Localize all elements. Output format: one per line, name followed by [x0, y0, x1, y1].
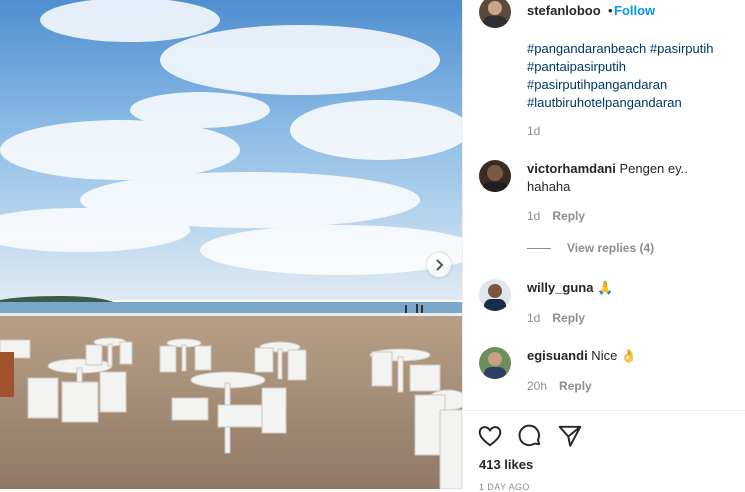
commenter-username[interactable]: willy_guna [527, 280, 593, 295]
caption-hashtags: #pangandaranbeach #pasirputih #pantaipas… [527, 40, 714, 112]
hashtag-line[interactable]: #pantaipasirputih [527, 58, 714, 76]
replies-divider [527, 248, 551, 250]
commenter-avatar[interactable] [479, 160, 511, 192]
comment-body: Pengen ey.. [615, 161, 688, 176]
header-separator: • [608, 3, 613, 18]
post-header: stefanloboo • Follow [463, 0, 745, 40]
commenter-avatar[interactable] [479, 279, 511, 311]
comment-text: victorhamdani Pengen ey.. hahaha [527, 160, 688, 196]
caption-age: 1d [527, 124, 541, 138]
commenter-username[interactable]: victorhamdani [527, 161, 616, 176]
view-replies-button[interactable]: View replies (4) [527, 241, 654, 255]
view-replies-label: View replies (4) [567, 241, 655, 255]
chevron-right-icon [434, 259, 444, 271]
hashtag-line[interactable]: #pasirputihpangandaran [527, 76, 714, 94]
comment-body-line2: hahaha [527, 179, 571, 194]
heart-icon[interactable] [477, 423, 503, 454]
paper-plane-icon[interactable] [557, 423, 583, 454]
comment-age: 20h [527, 379, 548, 393]
author-avatar[interactable] [479, 0, 511, 28]
hashtag-line[interactable]: #lautbiruhotelpangandaran [527, 94, 714, 112]
comment-age: 1d [527, 209, 541, 223]
hashtag-line[interactable]: #pangandaranbeach #pasirputih [527, 40, 714, 58]
comment-meta: 20h Reply [527, 379, 592, 393]
comment-icon[interactable] [517, 423, 543, 454]
comment-body: 🙏 [593, 280, 614, 295]
next-photo-button[interactable] [427, 253, 451, 277]
comment-text: egisuandi Nice 👌 [527, 347, 637, 365]
reply-button[interactable]: Reply [559, 379, 592, 393]
post-timestamp: 1 DAY AGO [479, 482, 530, 492]
commenter-username[interactable]: egisuandi [527, 348, 588, 363]
commenter-avatar[interactable] [479, 347, 511, 379]
comment-text: willy_guna 🙏 [527, 279, 613, 297]
comment-body: Nice 👌 [587, 348, 638, 363]
author-username[interactable]: stefanloboo [527, 3, 601, 18]
post-photo[interactable] [0, 0, 462, 489]
comment-age: 1d [527, 311, 541, 325]
actions-divider [463, 410, 745, 411]
reply-button[interactable]: Reply [552, 209, 585, 223]
likes-count[interactable]: 413 likes [479, 457, 533, 472]
post-side-panel: stefanloboo • Follow #pangandaranbeach #… [462, 0, 745, 492]
comment-meta: 1d Reply [527, 311, 585, 325]
reply-button[interactable]: Reply [552, 311, 585, 325]
post-actions [477, 423, 583, 454]
comment-meta: 1d Reply [527, 209, 585, 223]
follow-button[interactable]: Follow [614, 3, 655, 18]
